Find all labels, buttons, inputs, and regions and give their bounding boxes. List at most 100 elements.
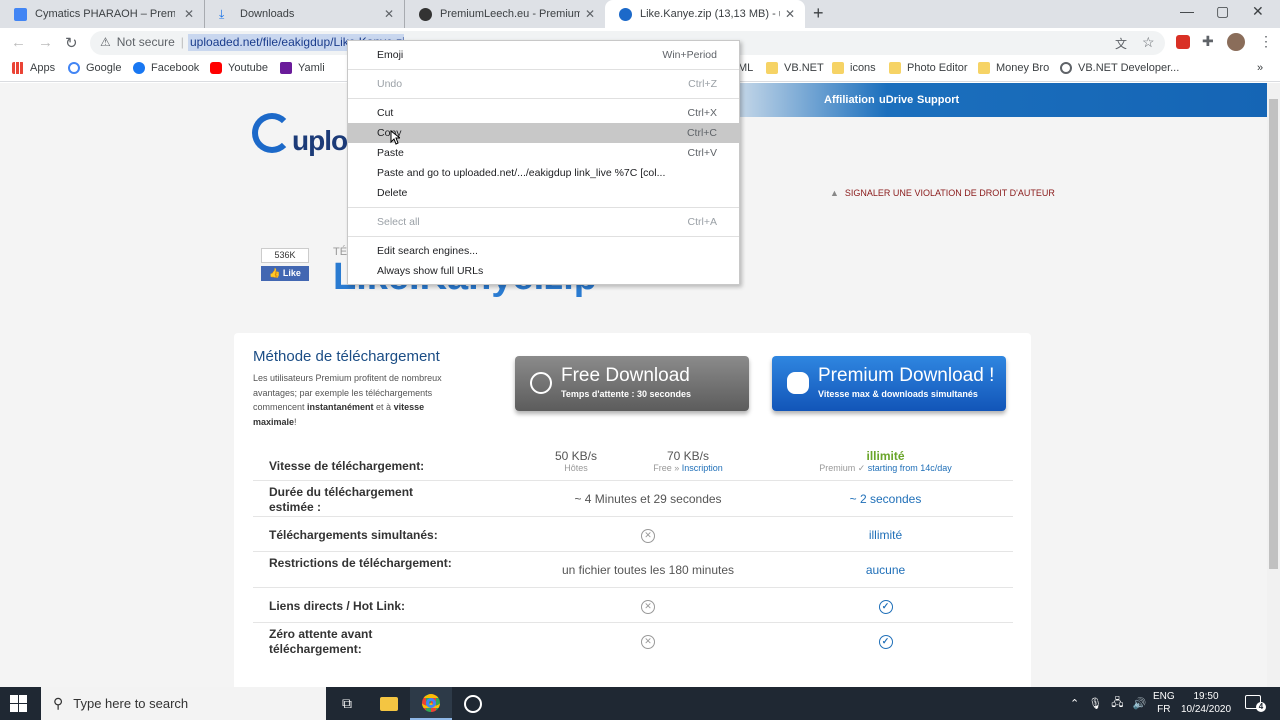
- pricing-link[interactable]: starting from 14c/day: [868, 463, 952, 473]
- bookmark-icons[interactable]: icons: [832, 62, 876, 74]
- uploaded-logo[interactable]: uploa: [248, 107, 363, 167]
- premium-download-button[interactable]: Premium Download ! Vitesse max & downloa…: [772, 356, 1006, 411]
- inscription-link[interactable]: Inscription: [682, 463, 723, 473]
- menu-item-copy[interactable]: Copy Ctrl+C: [348, 123, 739, 143]
- bookmark-star-icon[interactable]: ☆: [1142, 34, 1155, 51]
- report-copyright-link[interactable]: ▲ SIGNALER UNE VIOLATION DE DROIT D'AUTE…: [830, 188, 1055, 198]
- bookmark-photo-editor[interactable]: Photo Editor: [889, 62, 968, 74]
- bookmark-ml[interactable]: ML: [738, 62, 753, 74]
- obs-icon[interactable]: [452, 687, 494, 720]
- volume-icon[interactable]: 🔊: [1132, 697, 1146, 710]
- menu-item-emoji[interactable]: Emoji Win+Period: [348, 45, 739, 65]
- bookmark-youtube[interactable]: Youtube: [210, 62, 268, 74]
- clock[interactable]: 19:50 10/24/2020: [1180, 690, 1232, 716]
- forward-button[interactable]: →: [38, 34, 53, 51]
- taskbar-search-box[interactable]: ⚲ Type here to search: [41, 687, 326, 720]
- tab-strip: Cymatics PHARAOH – Premium E ✕ ⤓ Downloa…: [0, 0, 1280, 28]
- language-indicator[interactable]: ENG FR: [1153, 690, 1175, 716]
- time-label: 19:50: [1193, 691, 1219, 702]
- scrollbar[interactable]: [1267, 83, 1280, 687]
- bookmark-facebook[interactable]: Facebook: [133, 62, 199, 74]
- taskbar: ⚲ Type here to search ⧉ ⌃ 🎙 🖧 🔊 ENG FR 19…: [0, 687, 1280, 720]
- udrive-link[interactable]: uDrive: [879, 94, 913, 106]
- minimize-button[interactable]: —: [1180, 3, 1194, 19]
- bookmark-vbnet-developer[interactable]: VB.NET Developer...: [1060, 62, 1179, 74]
- chevron-up-icon[interactable]: ⌃: [1070, 697, 1079, 710]
- menu-label: Undo: [377, 78, 403, 90]
- bookmark-apps[interactable]: Apps: [12, 62, 55, 74]
- close-icon[interactable]: ✕: [785, 7, 795, 21]
- menu-item-delete[interactable]: Delete: [348, 183, 739, 203]
- free-download-button[interactable]: Free Download Temps d'attente : 30 secon…: [515, 356, 749, 411]
- more-bookmarks-button[interactable]: »: [1257, 62, 1263, 74]
- tab-cymatics[interactable]: Cymatics PHARAOH – Premium E ✕: [0, 0, 205, 28]
- network-icon[interactable]: 🖧: [1111, 694, 1123, 713]
- menu-icon[interactable]: ⋮: [1259, 33, 1273, 50]
- menu-label: Edit search engines...: [377, 245, 478, 257]
- bookmark-label: Photo Editor: [907, 62, 968, 74]
- menu-divider: [348, 69, 739, 70]
- task-view-icon[interactable]: ⧉: [326, 687, 368, 720]
- facebook-like-button[interactable]: 👍 Like: [261, 266, 309, 281]
- menu-shortcut: Ctrl+A: [687, 216, 717, 228]
- support-link[interactable]: Support: [917, 94, 959, 106]
- menu-item-show-full-urls[interactable]: Always show full URLs: [348, 261, 739, 281]
- menu-divider: [348, 236, 739, 237]
- report-label: SIGNALER UNE VIOLATION DE DROIT D'AUTEUR: [844, 188, 1055, 198]
- close-icon[interactable]: ✕: [184, 7, 194, 21]
- bookmark-money-bro[interactable]: Money Bro: [978, 62, 1049, 74]
- desc-text: !: [294, 416, 297, 427]
- close-icon[interactable]: ✕: [384, 7, 394, 21]
- affiliation-link[interactable]: Affiliation: [824, 94, 875, 106]
- menu-item-paste[interactable]: Paste Ctrl+V: [348, 143, 739, 163]
- chevron-right-icon: »: [1257, 62, 1264, 74]
- microphone-icon[interactable]: 🎙: [1088, 697, 1102, 710]
- bookmark-label: Youtube: [228, 62, 268, 74]
- extension-badge-icon[interactable]: [1176, 35, 1190, 49]
- hosts-speed: 50 KB/s Hôtes: [536, 449, 616, 473]
- close-window-button[interactable]: ✕: [1252, 3, 1264, 20]
- tab-uploaded[interactable]: Like.Kanye.zip (13,13 MB) - uploa ✕: [605, 0, 805, 28]
- scrollbar-thumb[interactable]: [1269, 99, 1278, 569]
- back-button[interactable]: ←: [11, 34, 26, 51]
- menu-item-select-all[interactable]: Select all Ctrl+A: [348, 212, 739, 232]
- avatar[interactable]: [1227, 33, 1245, 51]
- menu-label: Emoji: [377, 49, 404, 61]
- bookmark-google[interactable]: Google: [68, 62, 121, 74]
- premium-value: ~ 2 secondes: [849, 492, 922, 506]
- translate-icon[interactable]: 文: [1115, 35, 1127, 52]
- tab-downloads[interactable]: ⤓ Downloads ✕: [205, 0, 405, 28]
- menu-label: Select all: [377, 216, 420, 228]
- menu-label: Paste and go to uploaded.net/.../eakigdu…: [377, 167, 666, 179]
- menu-item-edit-search-engines[interactable]: Edit search engines...: [348, 241, 739, 261]
- file-explorer-icon[interactable]: [368, 687, 410, 720]
- security-indicator[interactable]: ⚠ Not secure |: [100, 35, 184, 49]
- new-tab-button[interactable]: +: [813, 3, 824, 24]
- docs-icon: [14, 7, 27, 21]
- globe-icon: [1060, 62, 1072, 74]
- bookmark-label: Apps: [30, 62, 56, 74]
- close-icon[interactable]: ✕: [585, 7, 595, 21]
- method-title: Méthode de téléchargement: [253, 348, 440, 365]
- bookmark-label: Yamli: [298, 62, 325, 74]
- bookmark-yamli[interactable]: Yamli: [280, 62, 325, 74]
- bookmark-vbnet[interactable]: VB.NET: [766, 62, 824, 74]
- menu-shortcut: Ctrl+V: [687, 147, 717, 159]
- chrome-icon[interactable]: [410, 687, 452, 720]
- reload-button[interactable]: ↻: [65, 34, 78, 52]
- unavailable-icon: ✕: [641, 600, 655, 614]
- search-icon: ⚲: [53, 695, 64, 711]
- premium-download-title: Premium Download !: [818, 365, 995, 386]
- premium-value: illimité: [868, 528, 903, 542]
- hosts-label: Hôtes: [564, 463, 588, 473]
- date-label: 10/24/2020: [1180, 704, 1232, 715]
- facebook-like-widget[interactable]: 536K 👍 Like: [261, 248, 309, 282]
- tab-premiumleech[interactable]: PremiumLeech.eu - Premium Lin ✕: [405, 0, 605, 28]
- menu-item-cut[interactable]: Cut Ctrl+X: [348, 103, 739, 123]
- menu-item-undo[interactable]: Undo Ctrl+Z: [348, 74, 739, 94]
- extensions-icon[interactable]: ✚: [1202, 33, 1214, 50]
- menu-item-paste-and-go[interactable]: Paste and go to uploaded.net/.../eakigdu…: [348, 163, 739, 183]
- folder-icon: [766, 62, 778, 74]
- windows-start-icon[interactable]: [10, 695, 27, 712]
- maximize-button[interactable]: ▢: [1216, 3, 1229, 20]
